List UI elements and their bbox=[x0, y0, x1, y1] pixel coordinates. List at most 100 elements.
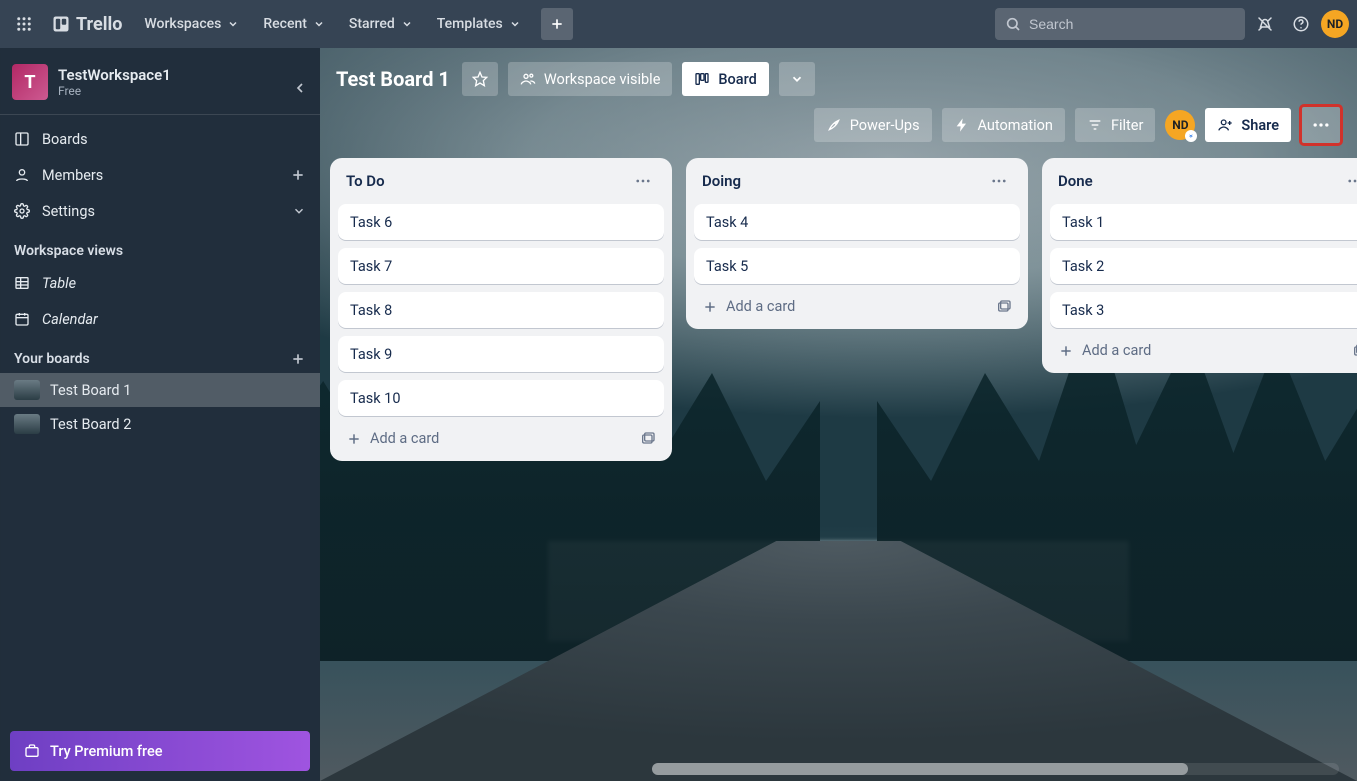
help-button[interactable] bbox=[1285, 8, 1317, 40]
card-template-button[interactable] bbox=[1352, 343, 1357, 359]
add-card-label: Add a card bbox=[1082, 342, 1151, 359]
share-label: Share bbox=[1241, 117, 1279, 134]
card[interactable]: Task 9 bbox=[338, 336, 664, 372]
add-board-button[interactable] bbox=[290, 351, 306, 367]
bell-icon bbox=[1256, 15, 1274, 33]
views-dropdown-button[interactable] bbox=[779, 62, 815, 96]
sidebar-item-label: Boards bbox=[42, 131, 88, 148]
list-title[interactable]: Doing bbox=[702, 172, 741, 190]
powerups-label: Power-Ups bbox=[850, 117, 920, 134]
card[interactable]: Task 7 bbox=[338, 248, 664, 284]
automation-button[interactable]: Automation bbox=[942, 108, 1065, 142]
list-menu-button[interactable] bbox=[1342, 168, 1357, 194]
share-button[interactable]: Share bbox=[1205, 108, 1291, 142]
collapse-sidebar-button[interactable] bbox=[286, 74, 314, 102]
powerups-button[interactable]: Power-Ups bbox=[814, 108, 932, 142]
help-icon bbox=[1292, 15, 1310, 33]
board-thumbnail bbox=[14, 414, 40, 434]
list-title[interactable]: Done bbox=[1058, 172, 1093, 190]
card[interactable]: Task 1 bbox=[1050, 204, 1357, 240]
sidebar-item-boards[interactable]: Boards bbox=[0, 121, 320, 157]
board-member-avatar[interactable]: ND bbox=[1165, 110, 1195, 140]
more-horizontal-icon bbox=[990, 172, 1008, 190]
menu-starred[interactable]: Starred bbox=[339, 8, 423, 40]
chevron-down-icon bbox=[227, 18, 239, 30]
visibility-button[interactable]: Workspace visible bbox=[508, 62, 672, 96]
sidebar-board-item[interactable]: Test Board 1 bbox=[0, 373, 320, 407]
avatar-initials: ND bbox=[1327, 17, 1343, 31]
filter-button[interactable]: Filter bbox=[1075, 108, 1155, 142]
board-thumbnail bbox=[14, 380, 40, 400]
board-icon bbox=[14, 131, 30, 147]
chevron-down-icon bbox=[401, 18, 413, 30]
board-title[interactable]: Test Board 1 bbox=[336, 67, 450, 91]
chevron-down-icon bbox=[790, 72, 804, 86]
add-card-button[interactable]: Add a card bbox=[338, 424, 664, 453]
menu-recent[interactable]: Recent bbox=[253, 8, 335, 40]
sidebar-item-label: Table bbox=[42, 275, 76, 292]
card[interactable]: Task 10 bbox=[338, 380, 664, 416]
card-template-button[interactable] bbox=[996, 299, 1012, 315]
lists-container: To Do Task 6 Task 7 Task 8 Task 9 Task 1… bbox=[320, 152, 1357, 767]
sidebar-item-label: Settings bbox=[42, 203, 95, 220]
chevron-down-icon bbox=[313, 18, 325, 30]
board-view-icon bbox=[694, 71, 710, 87]
menu-workspaces[interactable]: Workspaces bbox=[134, 8, 249, 40]
list-title[interactable]: To Do bbox=[346, 172, 385, 190]
menu-recent-label: Recent bbox=[263, 16, 307, 32]
add-card-label: Add a card bbox=[726, 298, 795, 315]
try-premium-button[interactable]: Try Premium free bbox=[10, 731, 310, 771]
board-view-button[interactable]: Board bbox=[682, 62, 768, 96]
more-horizontal-icon bbox=[634, 172, 652, 190]
workspace-header[interactable]: T TestWorkspace1 Free bbox=[0, 56, 320, 108]
card-template-button[interactable] bbox=[640, 431, 656, 447]
list-menu-button[interactable] bbox=[630, 168, 656, 194]
heading-label: Your boards bbox=[14, 351, 90, 367]
account-avatar[interactable]: ND bbox=[1321, 10, 1349, 38]
sidebar-board-label: Test Board 2 bbox=[50, 416, 131, 433]
search-box[interactable] bbox=[995, 8, 1245, 40]
search-input[interactable] bbox=[1029, 16, 1235, 32]
menu-templates[interactable]: Templates bbox=[427, 8, 531, 40]
list: Done Task 1 Task 2 Task 3 Add a card bbox=[1042, 158, 1357, 373]
sidebar-item-settings[interactable]: Settings bbox=[0, 193, 320, 229]
card[interactable]: Task 4 bbox=[694, 204, 1020, 240]
plus-icon bbox=[702, 299, 718, 315]
sidebar-item-members[interactable]: Members bbox=[0, 157, 320, 193]
notifications-button[interactable] bbox=[1249, 8, 1281, 40]
add-member-button[interactable] bbox=[290, 167, 306, 183]
brand-text: Trello bbox=[76, 14, 122, 35]
premium-label: Try Premium free bbox=[50, 743, 163, 760]
menu-templates-label: Templates bbox=[437, 16, 503, 32]
sidebar-item-label: Calendar bbox=[42, 311, 98, 328]
your-boards-heading: Your boards bbox=[0, 337, 320, 373]
card[interactable]: Task 3 bbox=[1050, 292, 1357, 328]
sidebar-board-item[interactable]: Test Board 2 bbox=[0, 407, 320, 441]
sidebar-view-calendar[interactable]: Calendar bbox=[0, 301, 320, 337]
plus-icon bbox=[290, 167, 306, 183]
board-menu-button[interactable] bbox=[1301, 106, 1341, 144]
board-toolbar-row: Power-Ups Automation Filter ND Share bbox=[320, 102, 1357, 152]
card[interactable]: Task 5 bbox=[694, 248, 1020, 284]
add-card-button[interactable]: Add a card bbox=[1050, 336, 1357, 365]
gear-icon bbox=[14, 203, 30, 219]
heading-label: Workspace views bbox=[14, 243, 123, 259]
top-header: Trello Workspaces Recent Starred Templat… bbox=[0, 0, 1357, 48]
list-menu-button[interactable] bbox=[986, 168, 1012, 194]
plus-icon bbox=[346, 431, 362, 447]
automation-label: Automation bbox=[978, 117, 1053, 134]
brand-logo[interactable]: Trello bbox=[44, 14, 130, 35]
chevron-left-icon bbox=[292, 80, 308, 96]
sidebar-view-table[interactable]: Table bbox=[0, 265, 320, 301]
star-board-button[interactable] bbox=[462, 62, 498, 96]
menu-starred-label: Starred bbox=[349, 16, 395, 32]
settings-expand-button[interactable] bbox=[292, 204, 306, 218]
card[interactable]: Task 2 bbox=[1050, 248, 1357, 284]
card[interactable]: Task 6 bbox=[338, 204, 664, 240]
card[interactable]: Task 8 bbox=[338, 292, 664, 328]
chevron-down-icon bbox=[292, 204, 306, 218]
create-button[interactable] bbox=[541, 8, 573, 40]
apps-switcher-button[interactable] bbox=[8, 8, 40, 40]
table-icon bbox=[14, 275, 30, 291]
add-card-button[interactable]: Add a card bbox=[694, 292, 1020, 321]
